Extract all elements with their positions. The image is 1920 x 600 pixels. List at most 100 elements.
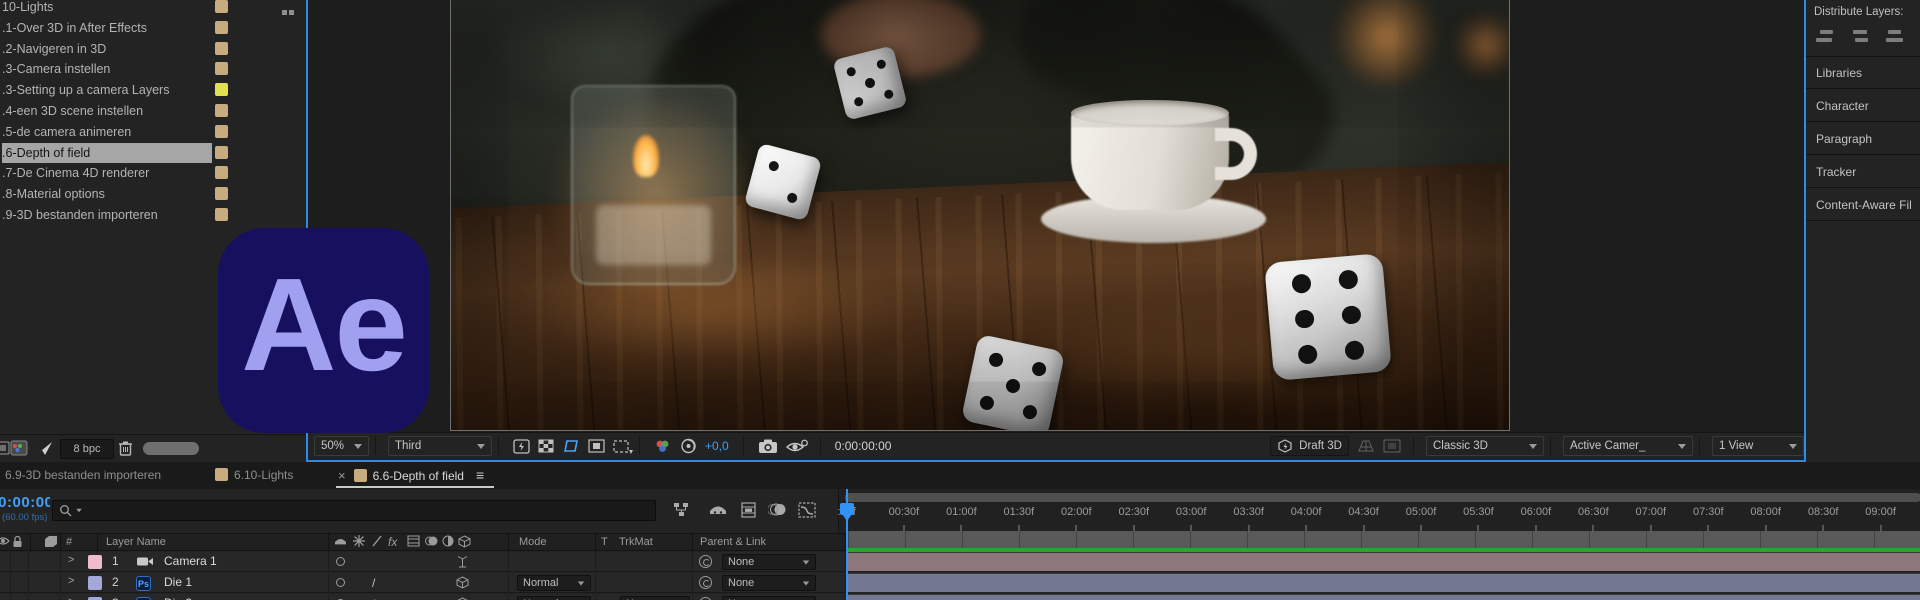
parent-dropdown[interactable]: None <box>722 554 816 570</box>
expander-icon[interactable]: > <box>68 596 74 600</box>
fast-previews-icon[interactable] <box>513 439 530 454</box>
layer-duration-bar[interactable] <box>848 552 1920 571</box>
column-trkmat[interactable]: TrkMat <box>619 535 653 550</box>
panel-button-libraries[interactable]: Libraries <box>1806 57 1920 89</box>
current-time-display[interactable]: 0:00:00:00 <box>0 494 50 512</box>
label-square[interactable] <box>215 187 228 200</box>
project-item[interactable]: .8-Material options <box>0 184 306 204</box>
column-number[interactable]: # <box>66 535 72 550</box>
label-square[interactable] <box>215 83 228 96</box>
panel-button-character[interactable]: Character <box>1806 90 1920 122</box>
layer-duration-bar[interactable] <box>848 594 1920 600</box>
shy-icon[interactable] <box>336 578 345 587</box>
3d-layer-icon[interactable] <box>456 576 469 589</box>
distribute-top-icon[interactable] <box>1816 30 1838 43</box>
parent-dropdown[interactable]: None <box>722 575 816 591</box>
close-icon[interactable]: × <box>338 468 346 483</box>
trash-icon[interactable] <box>118 440 133 457</box>
exposure-reset-icon[interactable] <box>680 438 697 454</box>
title-action-safe-icon[interactable] <box>588 439 605 453</box>
project-item[interactable]: .2-Navigeren in 3D <box>0 39 306 59</box>
panel-button-content-aware-fil[interactable]: Content-Aware Fil <box>1806 189 1920 221</box>
parent-pickwhip-icon[interactable] <box>699 576 712 589</box>
trkmat-dropdown[interactable]: None <box>620 596 690 600</box>
panel-button-paragraph[interactable]: Paragraph <box>1806 123 1920 155</box>
label-square[interactable] <box>215 146 228 159</box>
label-square[interactable] <box>215 125 228 138</box>
show-channel-icon[interactable] <box>654 439 672 454</box>
expander-icon[interactable]: > <box>68 554 74 566</box>
project-item[interactable]: .9-3D bestanden importeren <box>0 205 306 225</box>
label-square[interactable] <box>215 0 228 13</box>
distribute-bottom-icon[interactable] <box>1886 30 1908 43</box>
project-item[interactable]: .3-Camera instellen <box>0 59 306 79</box>
project-scrollbar-thumb[interactable] <box>143 442 199 455</box>
quality-icon[interactable]: / <box>372 576 375 590</box>
parent-pickwhip-icon[interactable] <box>699 555 712 568</box>
comp-mini-flowchart-icon[interactable] <box>672 502 690 517</box>
project-item[interactable]: .7-De Cinema 4D renderer <box>0 163 306 183</box>
column-t[interactable]: T <box>601 535 608 550</box>
expander-icon[interactable]: > <box>68 575 74 587</box>
renderer-dropdown[interactable]: Classic 3D <box>1426 436 1544 456</box>
exposure-value[interactable]: +0,0 <box>705 439 729 453</box>
label-square[interactable] <box>88 576 102 590</box>
work-area-bar[interactable] <box>848 531 1920 548</box>
graph-editor-icon[interactable] <box>798 502 816 518</box>
shy-icon[interactable] <box>336 557 345 566</box>
snapshot-camera-icon[interactable] <box>758 438 778 454</box>
layer-row[interactable]: >1Camera 1None <box>0 552 848 572</box>
project-flowchart-icon[interactable] <box>10 440 28 456</box>
bit-depth-button[interactable]: 8 bpc <box>60 439 114 459</box>
panel-menu-icon[interactable]: ≡ <box>476 467 484 483</box>
layer-row[interactable]: >2PsDie 1/NormalNone <box>0 573 848 593</box>
time-ruler[interactable]: :00f00:30f01:00f01:30f02:00f02:30f03:00f… <box>838 489 1920 533</box>
frame-blending-icon[interactable] <box>740 502 757 518</box>
label-square[interactable] <box>215 62 228 75</box>
parent-dropdown[interactable]: None <box>722 596 816 600</box>
column-parent-link[interactable]: Parent & Link <box>700 535 766 550</box>
resolution-dropdown[interactable]: Third <box>388 436 492 456</box>
footage-icon[interactable] <box>0 440 10 456</box>
project-item[interactable]: .3-Setting up a camera Layers <box>0 80 306 100</box>
camera-view-dropdown[interactable]: Active Camer_ <box>1563 436 1693 456</box>
draft-3d-button[interactable]: Draft 3D <box>1270 436 1349 456</box>
label-square[interactable] <box>88 555 102 569</box>
project-item[interactable]: .6-Depth of field <box>0 143 306 163</box>
tab-comp-6-9[interactable]: 6.9-3D bestanden importeren <box>5 462 161 488</box>
tab-comp-6-6[interactable]: ×6.6-Depth of field≡ <box>338 462 484 488</box>
label-square[interactable] <box>215 166 228 179</box>
layer-name[interactable]: Camera 1 <box>164 554 217 568</box>
transparency-grid-icon[interactable] <box>538 439 554 453</box>
mask-roi-icon[interactable] <box>613 439 633 454</box>
project-item[interactable]: .1-Over 3D in After Effects <box>0 18 306 38</box>
show-snapshot-eye-icon[interactable] <box>786 439 808 454</box>
column-layer-name[interactable]: Layer Name <box>106 535 166 550</box>
blend-mode-dropdown[interactable]: Normal <box>517 596 591 600</box>
label-square[interactable] <box>215 104 228 117</box>
playhead-handle[interactable] <box>840 503 854 515</box>
column-mode[interactable]: Mode <box>519 535 547 550</box>
view-layout-dropdown[interactable]: 1 View <box>1712 436 1804 456</box>
project-item[interactable]: .5-de camera animeren <box>0 122 306 142</box>
label-square[interactable] <box>215 208 228 221</box>
panel-squares-icon[interactable] <box>282 2 298 10</box>
layer-name[interactable]: Die 1 <box>164 575 192 589</box>
timeline-scrollbar[interactable] <box>845 493 1920 502</box>
tab-comp-6-10[interactable]: 6.10-Lights <box>215 462 293 488</box>
layer-name[interactable]: Die 2 <box>164 596 192 600</box>
preview-time-display[interactable]: 0:00:00:00 <box>835 439 892 453</box>
layer-duration-bar[interactable] <box>848 573 1920 592</box>
project-item[interactable]: 10-Lights <box>0 0 306 17</box>
render-paper-plane-icon[interactable] <box>34 440 54 457</box>
layer-row[interactable]: >3PsDie 2/NormalNoneNone <box>0 594 848 600</box>
motion-blur-icon[interactable] <box>768 502 787 517</box>
project-item[interactable]: .4-een 3D scene instellen <box>0 101 306 121</box>
blend-mode-dropdown[interactable]: Normal <box>517 575 591 591</box>
panel-button-tracker[interactable]: Tracker <box>1806 156 1920 188</box>
distribute-vcenter-icon[interactable] <box>1851 30 1873 43</box>
shy-layers-icon[interactable] <box>708 502 728 517</box>
search-input[interactable] <box>52 500 656 521</box>
label-square[interactable] <box>215 21 228 34</box>
region-of-interest-icon[interactable] <box>562 439 580 453</box>
